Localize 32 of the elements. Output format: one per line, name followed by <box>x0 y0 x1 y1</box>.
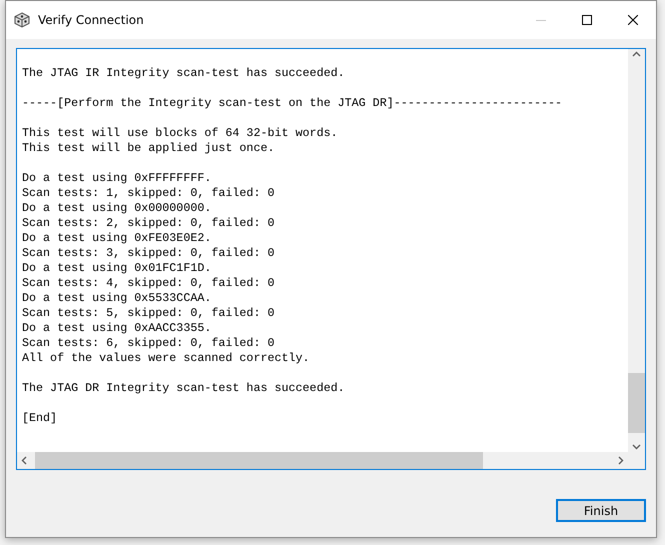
scrollbar-thumb[interactable] <box>35 452 483 469</box>
horizontal-scrollbar[interactable] <box>17 452 628 469</box>
scroll-down-icon[interactable] <box>632 444 641 450</box>
log-line: Scan tests: 3, skipped: 0, failed: 0 <box>22 246 276 261</box>
window-title: Verify Connection <box>38 13 145 27</box>
log-line: All of the values were scanned correctly. <box>22 351 311 366</box>
log-line: Do a test using 0x01FC1F1D. <box>22 261 212 276</box>
log-line: Scan tests: 6, skipped: 0, failed: 0 <box>22 336 276 351</box>
log-line: This test will be applied just once. <box>22 141 276 156</box>
finish-button[interactable]: Finish <box>556 499 646 522</box>
scrollbar-thumb[interactable] <box>628 373 645 433</box>
log-line: [End] <box>22 411 58 426</box>
log-line: -----[Perform the Integrity scan-test on the JTAG DR]------------------------ <box>22 96 564 111</box>
log-line: Do a test using 0x5533CCAA. <box>22 291 212 306</box>
log-line: Do a test using 0x00000000. <box>22 201 212 216</box>
scroll-left-icon[interactable] <box>21 456 27 465</box>
log-line: Scan tests: 5, skipped: 0, failed: 0 <box>22 306 276 321</box>
log-line: Do a test using 0xFFFFFFFF. <box>22 171 212 186</box>
log-line: The JTAG IR Integrity scan-test has succeeded. <box>22 66 346 81</box>
log-line: Do a test using 0xFE03E0E2. <box>22 231 212 246</box>
log-line: This test will use blocks of 64 32-bit words. <box>22 126 339 141</box>
close-icon <box>628 15 638 25</box>
log-line: Scan tests: 4, skipped: 0, failed: 0 <box>22 276 276 291</box>
scroll-right-icon[interactable] <box>618 456 624 465</box>
scroll-up-icon[interactable] <box>632 51 641 57</box>
vertical-scrollbar[interactable] <box>628 49 645 452</box>
log-line: Do a test using 0xAACC3355. <box>22 321 212 336</box>
log-line: Scan tests: 2, skipped: 0, failed: 0 <box>22 216 276 231</box>
log-line: Scan tests: 1, skipped: 0, failed: 0 <box>22 186 276 201</box>
maximize-icon <box>582 15 592 25</box>
cube-icon <box>14 12 30 28</box>
log-line: The JTAG DR Integrity scan-test has succeeded. <box>22 381 346 396</box>
